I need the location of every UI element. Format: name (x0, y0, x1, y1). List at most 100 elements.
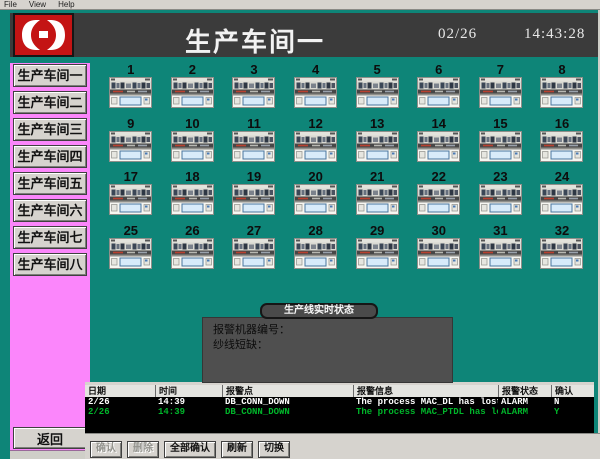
machine-number: 4 (312, 62, 319, 77)
machine-cell[interactable]: 26 (171, 223, 214, 277)
machine-cell[interactable]: 32 (540, 223, 583, 277)
alarm-table-body: 2/2614:39DB_CONN_DOWNThe process MAC_DL … (85, 397, 594, 417)
sidebar-item-workshop-seven[interactable]: 生产车间七 (13, 226, 87, 249)
menu-item-file[interactable]: File (4, 0, 17, 9)
machine-cell[interactable]: 5 (356, 62, 399, 116)
machine-cell[interactable]: 15 (479, 116, 522, 170)
alarm-cell: ALARM (498, 397, 551, 407)
machine-grid: 1234567891011121314151617181920212223242… (100, 62, 593, 276)
machine-cell[interactable]: 7 (479, 62, 522, 116)
machine-cell[interactable]: 22 (417, 169, 460, 223)
machine-number: 32 (555, 223, 569, 238)
knitting-machine-icon (417, 238, 460, 269)
sidebar-item-workshop-five[interactable]: 生产车间五 (13, 172, 87, 195)
machine-cell[interactable]: 9 (109, 116, 152, 170)
machine-cell[interactable]: 17 (109, 169, 152, 223)
sidebar-item-workshop-one[interactable]: 生产车间一 (13, 64, 87, 87)
machine-number: 25 (124, 223, 138, 238)
machine-number: 30 (432, 223, 446, 238)
machine-cell[interactable]: 13 (356, 116, 399, 170)
alarm-table-row[interactable]: 2/2614:39DB_CONN_DOWNThe process MAC_PTD… (85, 407, 594, 417)
machine-cell[interactable]: 27 (232, 223, 275, 277)
machine-cell[interactable]: 19 (232, 169, 275, 223)
alarm-column-header: 报警状态 (498, 385, 551, 397)
switch-button[interactable]: 切换 (258, 441, 290, 458)
machine-cell[interactable]: 16 (540, 116, 583, 170)
machine-cell[interactable]: 28 (294, 223, 337, 277)
machine-number: 13 (370, 116, 384, 131)
knitting-machine-icon (171, 238, 214, 269)
knitting-machine-icon (356, 77, 399, 108)
machine-cell[interactable]: 1 (109, 62, 152, 116)
machine-cell[interactable]: 25 (109, 223, 152, 277)
alarm-cell: The process MAC_DL has lost its d.. (353, 397, 498, 407)
machine-cell[interactable]: 11 (232, 116, 275, 170)
machine-number: 31 (493, 223, 507, 238)
sidebar-item-workshop-two[interactable]: 生产车间二 (13, 91, 87, 114)
machine-cell[interactable]: 31 (479, 223, 522, 277)
machine-cell[interactable]: 21 (356, 169, 399, 223)
knitting-machine-icon (109, 238, 152, 269)
machine-cell[interactable]: 29 (356, 223, 399, 277)
alarm-table-row[interactable]: 2/2614:39DB_CONN_DOWNThe process MAC_DL … (85, 397, 594, 407)
machine-cell[interactable]: 30 (417, 223, 460, 277)
alarm-cell: DB_CONN_DOWN (222, 407, 353, 417)
refresh-button[interactable]: 刷新 (221, 441, 253, 458)
menu-item-help[interactable]: Help (58, 0, 74, 9)
sidebar-item-workshop-eight[interactable]: 生产车间八 (13, 253, 87, 276)
machine-cell[interactable]: 14 (417, 116, 460, 170)
machine-cell[interactable]: 6 (417, 62, 460, 116)
workshop-sidebar: 生产车间一生产车间二生产车间三生产车间四生产车间五生产车间六生产车间七生产车间八 (10, 63, 90, 453)
machine-cell[interactable]: 18 (171, 169, 214, 223)
knitting-machine-icon (540, 238, 583, 269)
machine-cell[interactable]: 3 (232, 62, 275, 116)
alarm-cell: 2/26 (85, 397, 155, 407)
machine-cell[interactable]: 8 (540, 62, 583, 116)
machine-cell[interactable]: 4 (294, 62, 337, 116)
knitting-machine-icon (232, 131, 275, 162)
machine-cell[interactable]: 20 (294, 169, 337, 223)
knitting-machine-icon (540, 77, 583, 108)
title-bar: 生产车间一 02/26 14:43:28 (10, 13, 598, 57)
alarm-cell: DB_CONN_DOWN (222, 397, 353, 407)
machine-cell[interactable]: 12 (294, 116, 337, 170)
machine-number: 2 (189, 62, 196, 77)
alarm-column-header: 确认 (551, 385, 594, 397)
confirm-all-button[interactable]: 全部确认 (164, 441, 216, 458)
status-panel-title: 生产线实时状态 (260, 303, 378, 319)
machine-number: 19 (247, 169, 261, 184)
machine-number: 21 (370, 169, 384, 184)
knitting-machine-icon (356, 131, 399, 162)
knitting-machine-icon (109, 184, 152, 215)
knitting-machine-icon (294, 238, 337, 269)
yarn-shortage-label: 纱线短缺： (213, 338, 452, 353)
sidebar-item-workshop-three[interactable]: 生产车间三 (13, 118, 87, 141)
knitting-machine-icon (479, 184, 522, 215)
sidebar-item-workshop-four[interactable]: 生产车间四 (13, 145, 87, 168)
machine-number: 17 (124, 169, 138, 184)
machine-cell[interactable]: 10 (171, 116, 214, 170)
machine-number: 24 (555, 169, 569, 184)
machine-number: 6 (435, 62, 442, 77)
knitting-machine-icon (479, 131, 522, 162)
machine-number: 5 (374, 62, 381, 77)
alarm-table: 日期时间报警点报警信息报警状态确认 2/2614:39DB_CONN_DOWNT… (85, 382, 594, 433)
machine-cell[interactable]: 2 (171, 62, 214, 116)
machine-cell[interactable]: 24 (540, 169, 583, 223)
alarm-cell: N (551, 397, 594, 407)
machine-number: 8 (558, 62, 565, 77)
menu-item-view[interactable]: View (29, 0, 46, 9)
knitting-machine-icon (171, 131, 214, 162)
sidebar-item-workshop-six[interactable]: 生产车间六 (13, 199, 87, 222)
alarm-cell: The process MAC_PTDL has lost its .. (353, 407, 498, 417)
knitting-machine-icon (417, 184, 460, 215)
machine-number: 14 (432, 116, 446, 131)
company-logo-icon (13, 13, 74, 57)
sidebar-footer (10, 450, 90, 459)
machine-cell[interactable]: 23 (479, 169, 522, 223)
knitting-machine-icon (479, 238, 522, 269)
back-button[interactable]: 返回 (13, 427, 87, 449)
knitting-machine-icon (232, 238, 275, 269)
time-display: 14:43:28 (524, 26, 585, 43)
machine-number: 16 (555, 116, 569, 131)
